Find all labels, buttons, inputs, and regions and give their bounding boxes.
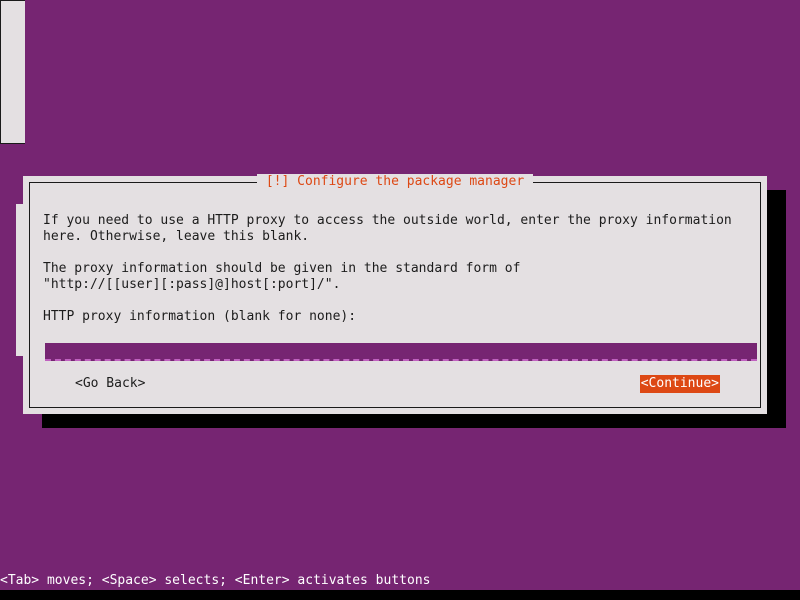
dialog-body: If you need to use a HTTP proxy to acces… <box>43 213 757 397</box>
paragraph-spacer-2 <box>43 293 747 309</box>
description-line-1: If you need to use a HTTP proxy to acces… <box>43 213 732 228</box>
go-back-button[interactable]: <Go Back> <box>75 375 145 393</box>
dialog-title-bar: [!] Configure the package manager <box>30 174 760 190</box>
configure-package-manager-dialog: [!] Configure the package manager If you… <box>23 174 767 414</box>
bottom-black-strip <box>0 590 800 600</box>
dialog-border: [!] Configure the package manager If you… <box>29 174 761 408</box>
description-line-4: "http://[[user][:pass]@]host[:port]/". <box>43 277 341 292</box>
background-dialog-frame <box>0 0 25 144</box>
continue-button[interactable]: <Continue> <box>639 375 720 393</box>
dialog-title: [!] Configure the package manager <box>256 174 534 190</box>
status-bar: <Tab> moves; <Space> selects; <Enter> ac… <box>0 572 800 590</box>
description-line-2: here. Otherwise, leave this blank. <box>43 229 310 244</box>
installer-screen: [!] Configure the package manager If you… <box>0 0 800 600</box>
dialog-button-row: <Go Back> <Continue> <box>43 375 747 393</box>
description-line-3: The proxy information should be given in… <box>43 261 521 276</box>
http-proxy-input[interactable] <box>45 343 757 361</box>
paragraph-spacer-1 <box>43 245 747 261</box>
proxy-field-label: HTTP proxy information (blank for none): <box>43 309 357 324</box>
